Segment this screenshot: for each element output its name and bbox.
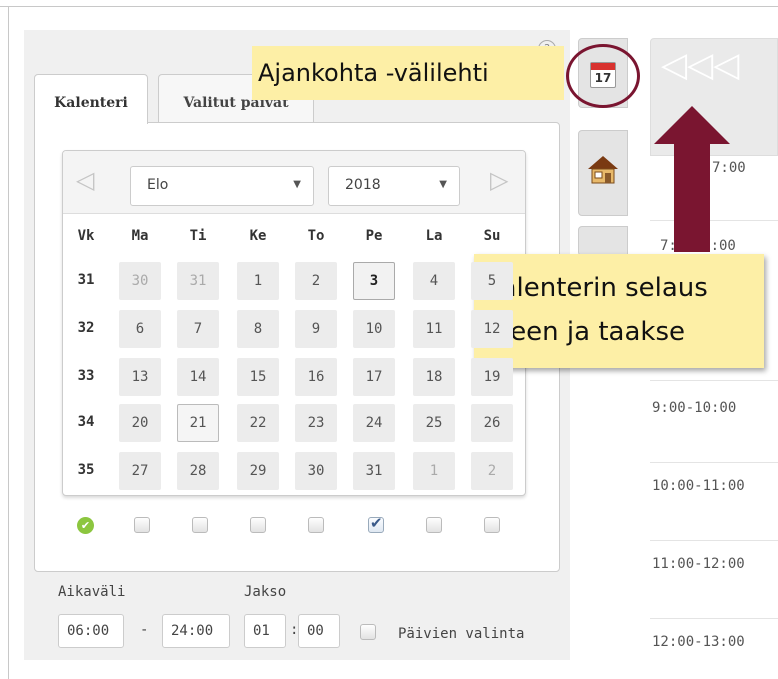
weekday-header: Ma — [131, 228, 149, 244]
side-tab-place[interactable] — [578, 130, 628, 216]
week-number: 33 — [77, 368, 95, 384]
weekday-header: Ke — [249, 228, 267, 244]
calendar-day[interactable]: 30 — [295, 452, 337, 490]
callout-navigation-line1: Kalenterin selaus — [484, 273, 708, 303]
weekday-checkbox[interactable] — [250, 517, 266, 533]
calendar-day[interactable]: 17 — [353, 358, 395, 396]
schedule-nav-icons[interactable]: ◁◁◁ — [661, 45, 739, 85]
time-slot-label: 9:00-10:00 — [652, 400, 737, 416]
calendar-day[interactable]: 14 — [177, 358, 219, 396]
arrow-up-icon — [654, 106, 730, 144]
calendar-day[interactable]: 4 — [413, 262, 455, 300]
calendar-day[interactable]: 26 — [471, 404, 513, 442]
weekday-checkbox[interactable] — [192, 517, 208, 533]
jakso-label: Jakso — [244, 584, 287, 600]
weekday-header: Ti — [189, 228, 207, 244]
weekday-checkbox[interactable] — [426, 517, 442, 533]
calendar-day[interactable]: 5 — [471, 262, 513, 300]
aikavali-label: Aikaväli — [58, 584, 126, 600]
start-time-input[interactable]: 06:00 — [58, 614, 124, 648]
calendar-day[interactable]: 23 — [295, 404, 337, 442]
month-select[interactable]: Elo ▼ — [130, 166, 314, 206]
frame-top-border — [0, 6, 778, 7]
slot-divider — [650, 618, 778, 619]
calendar-day[interactable]: 2 — [295, 262, 337, 300]
house-icon — [588, 156, 618, 184]
calendar-day[interactable]: 8 — [237, 310, 279, 348]
paivien-valinta-checkbox[interactable] — [360, 624, 376, 640]
check-all-icon[interactable]: ✔ — [77, 517, 94, 534]
highlight-ring — [566, 44, 640, 108]
weekday-header: Vk — [77, 228, 95, 244]
paivien-valinta-label: Päivien valinta — [398, 626, 525, 642]
year-select[interactable]: 2018 ▼ — [328, 166, 460, 206]
slot-divider — [650, 540, 778, 541]
calendar-day[interactable]: 19 — [471, 358, 513, 396]
calendar-day[interactable]: 27 — [119, 452, 161, 490]
weekday-checkbox[interactable] — [368, 514, 384, 533]
calendar-day[interactable]: 28 — [177, 452, 219, 490]
slot-divider — [650, 380, 778, 381]
next-month-icon[interactable]: ▷ — [490, 168, 508, 192]
weekday-header: La — [425, 228, 443, 244]
tab-kalenteri[interactable]: Kalenteri — [34, 74, 148, 124]
calendar-day[interactable]: 22 — [237, 404, 279, 442]
time-slot-label: 7:00 — [712, 160, 746, 176]
calendar-day[interactable]: 13 — [119, 358, 161, 396]
weekday-header: To — [307, 228, 325, 244]
weekday-checkbox[interactable] — [134, 517, 150, 533]
time-slot-label: 11:00-12:00 — [652, 556, 745, 572]
calendar-day[interactable]: 31 — [177, 262, 219, 300]
week-number: 32 — [77, 320, 95, 336]
calendar-day[interactable]: 24 — [353, 404, 395, 442]
calendar-day[interactable]: 12 — [471, 310, 513, 348]
jakso-hours-input[interactable]: 01 — [244, 614, 286, 648]
calendar-day[interactable]: 15 — [237, 358, 279, 396]
week-number: 35 — [77, 462, 95, 478]
calendar-day[interactable]: 3 — [353, 262, 395, 300]
weekday-checkbox[interactable] — [484, 517, 500, 533]
calendar-day[interactable]: 18 — [413, 358, 455, 396]
month-select-value: Elo — [147, 177, 169, 193]
weekday-header: Su — [483, 228, 501, 244]
year-select-value: 2018 — [345, 177, 381, 193]
calendar-day[interactable]: 9 — [295, 310, 337, 348]
time-slot-label: 10:00-11:00 — [652, 478, 745, 494]
calendar-day[interactable]: 2 — [471, 452, 513, 490]
week-number: 34 — [77, 414, 95, 430]
callout-navigation: Kalenterin selaus eteen ja taakse — [474, 254, 764, 368]
range-dash: - — [140, 622, 149, 638]
calendar-day[interactable]: 6 — [119, 310, 161, 348]
jakso-minutes-input[interactable]: 00 — [298, 614, 340, 648]
calendar-day[interactable]: 31 — [353, 452, 395, 490]
slot-divider — [650, 220, 778, 221]
calendar-day[interactable]: 11 — [413, 310, 455, 348]
frame-left-border — [8, 6, 9, 679]
slot-divider — [650, 462, 778, 463]
end-time-input[interactable]: 24:00 — [162, 614, 230, 648]
chevron-down-icon: ▼ — [293, 179, 301, 190]
calendar-day[interactable]: 10 — [353, 310, 395, 348]
time-slot-label: 12:00-13:00 — [652, 634, 745, 650]
side-tab-resource[interactable] — [578, 226, 628, 256]
calendar-day[interactable]: 21 — [177, 404, 219, 442]
weekday-checkbox[interactable] — [308, 517, 324, 533]
chevron-down-icon: ▼ — [439, 179, 447, 190]
calendar-day[interactable]: 7 — [177, 310, 219, 348]
calendar-day[interactable]: 20 — [119, 404, 161, 442]
calendar-day[interactable]: 25 — [413, 404, 455, 442]
calendar-day[interactable]: 1 — [237, 262, 279, 300]
calendar-day[interactable]: 16 — [295, 358, 337, 396]
calendar-day[interactable]: 1 — [413, 452, 455, 490]
prev-month-icon[interactable]: ◁ — [76, 168, 94, 192]
weekday-header: Pe — [365, 228, 383, 244]
calendar-day[interactable]: 30 — [119, 262, 161, 300]
callout-tab-label: Ajankohta -välilehti — [252, 46, 564, 100]
week-number: 31 — [77, 272, 95, 288]
calendar-day[interactable]: 29 — [237, 452, 279, 490]
callout-navigation-line2: eteen ja taakse — [484, 317, 686, 347]
arrow-shaft — [674, 140, 710, 252]
